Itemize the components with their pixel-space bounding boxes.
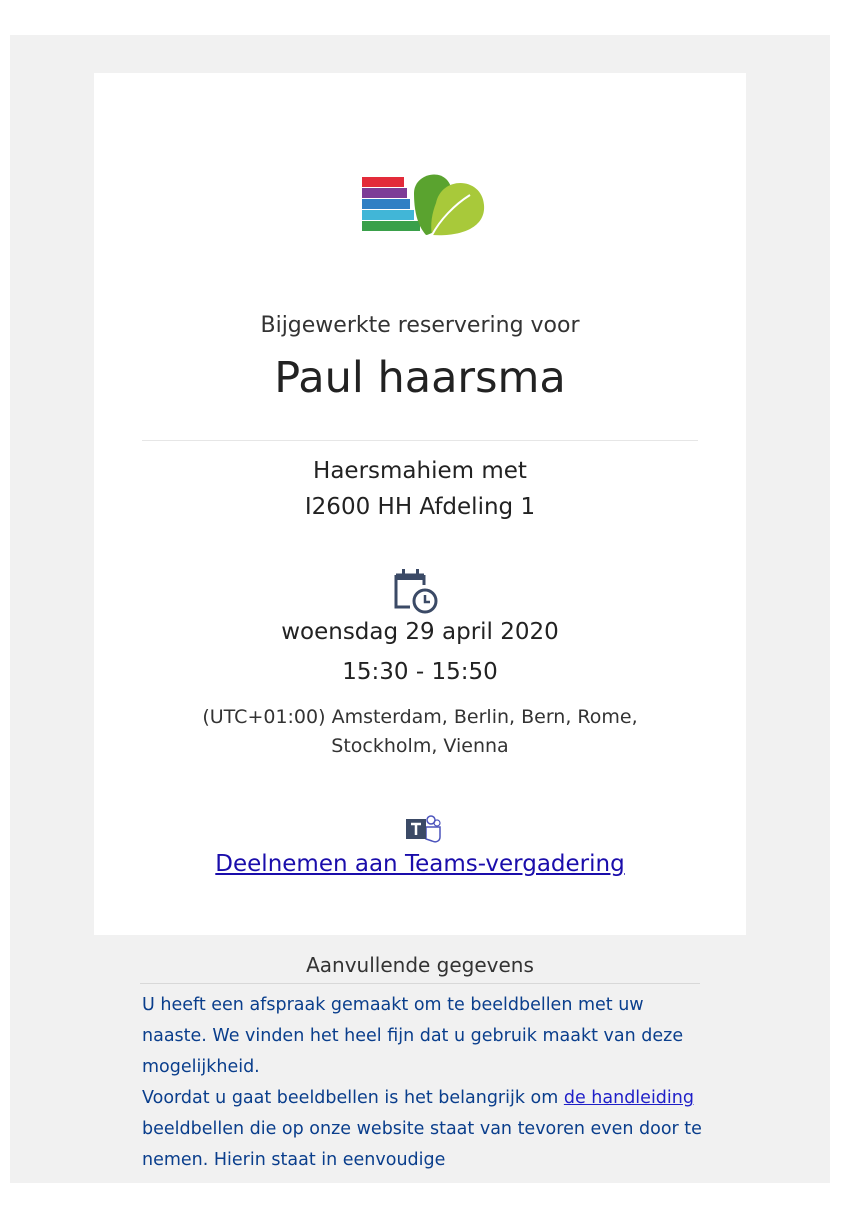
reservation-subtitle: Bijgewerkte reservering voor	[260, 313, 580, 338]
reservation-card: Bijgewerkte reservering voor Paul haarsm…	[94, 73, 746, 935]
header-divider	[142, 440, 698, 441]
location-line-1: Haersmahiem met	[313, 458, 527, 484]
location-block: Haersmahiem met I2600 HH Afdeling 1	[94, 453, 746, 525]
location-line-2: I2600 HH Afdeling 1	[304, 494, 536, 520]
organization-logo-icon	[362, 174, 485, 236]
join-teams-meeting-link[interactable]: Deelnemen aan Teams-vergadering	[94, 851, 746, 877]
meeting-timezone: (UTC+01:00) Amsterdam, Berlin, Bern, Rom…	[202, 706, 638, 757]
email-viewport: Bijgewerkte reservering voor Paul haarsm…	[10, 35, 830, 1183]
additional-paragraph-2: Voordat u gaat beeldbellen is het belang…	[142, 1083, 708, 1176]
reservation-name: Paul haarsma	[274, 353, 566, 403]
calendar-clock-icon	[394, 569, 438, 614]
paragraph-2-after: beeldbellen die op onze website staat va…	[142, 1119, 702, 1170]
teams-icon	[406, 815, 441, 843]
additional-paragraph-1: U heeft een afspraak gemaakt om te beeld…	[142, 995, 684, 1077]
meeting-date: woensdag 29 april 2020	[281, 619, 559, 645]
additional-details-title: Aanvullende gegevens	[306, 953, 534, 977]
additional-details-divider	[140, 983, 700, 984]
meeting-time: 15:30 - 15:50	[342, 659, 498, 685]
paragraph-2-before: Voordat u gaat beeldbellen is het belang…	[142, 1088, 564, 1108]
additional-details-text: U heeft een afspraak gemaakt om te beeld…	[142, 990, 708, 1176]
manual-link[interactable]: de handleiding	[564, 1088, 694, 1108]
